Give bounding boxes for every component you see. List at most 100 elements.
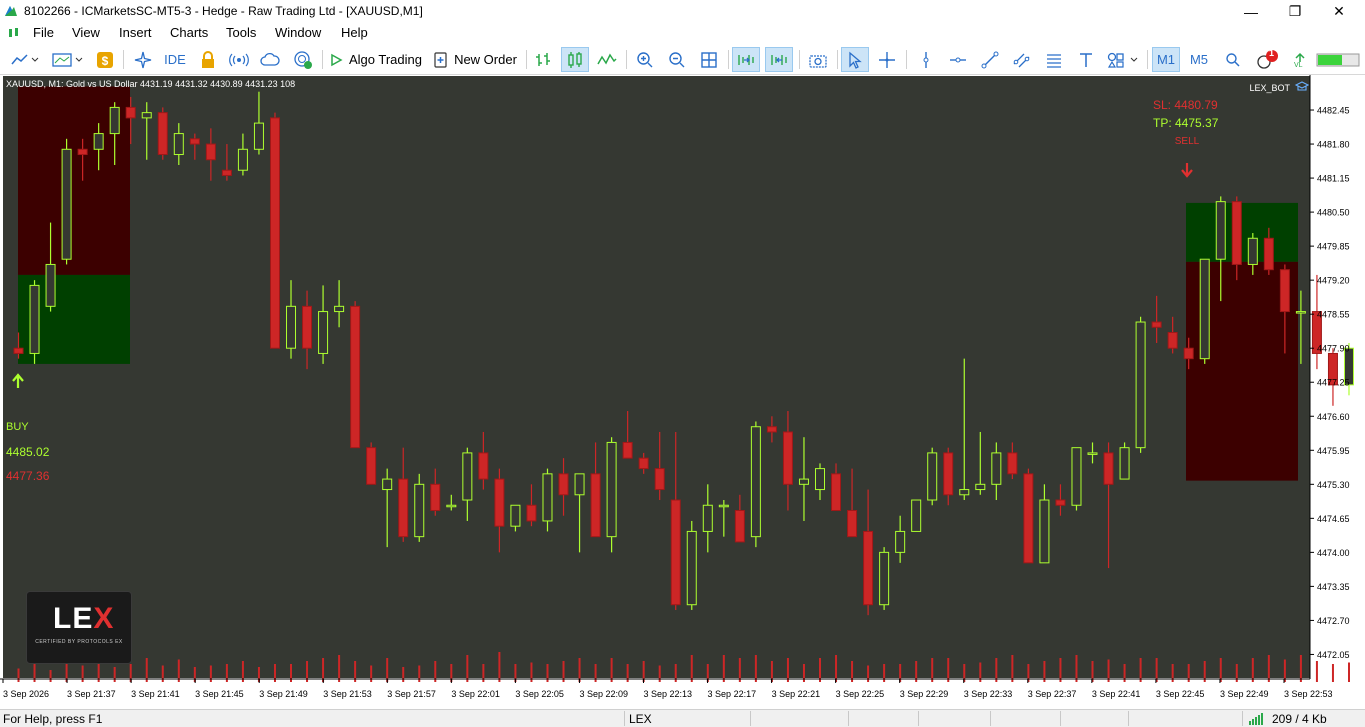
- bar-chart-button[interactable]: [530, 47, 556, 72]
- lock-button[interactable]: [195, 47, 221, 72]
- signal-strength-button[interactable]: VL: [1288, 47, 1312, 72]
- menu-charts[interactable]: Charts: [170, 25, 208, 40]
- bear-candle: [302, 305, 313, 349]
- channel-button[interactable]: [1009, 47, 1035, 72]
- algo-trading-label: Algo Trading: [349, 52, 422, 67]
- algo-trading-button[interactable]: Algo Trading: [326, 47, 425, 72]
- plot-area: [3, 76, 1310, 678]
- search-button[interactable]: [1220, 47, 1246, 72]
- menu-help[interactable]: Help: [341, 25, 368, 40]
- price-tick-label: 4475.30: [1317, 480, 1350, 490]
- close-button[interactable]: ✕: [1316, 0, 1362, 23]
- price-chart[interactable]: XAUUSD, M1: Gold vs US Dollar 4431.19 44…: [0, 75, 1365, 709]
- bear-candle: [398, 478, 409, 538]
- shapes-icon: [1107, 52, 1138, 68]
- bull-candle: [29, 284, 40, 354]
- bull-candle: [45, 263, 56, 307]
- help-text: For Help, press F1: [3, 712, 103, 726]
- price-tick-label: 4481.80: [1317, 140, 1350, 150]
- vertical-line-button[interactable]: [913, 47, 939, 72]
- tile-windows-button[interactable]: [696, 47, 722, 72]
- dollar-icon: $: [97, 51, 113, 68]
- chart-type-dropdown[interactable]: [8, 47, 42, 72]
- menu-insert[interactable]: Insert: [119, 25, 152, 40]
- time-tick-label: 3 Sep 22:05: [515, 689, 564, 699]
- time-tick-label: 3 Sep 22:21: [772, 689, 821, 699]
- minimize-button[interactable]: —: [1228, 0, 1274, 23]
- new-order-icon: [434, 51, 447, 68]
- bull-candle: [382, 478, 393, 491]
- horizontal-line-icon: [950, 57, 966, 62]
- bear-candle: [526, 504, 537, 522]
- menu-window[interactable]: Window: [275, 25, 321, 40]
- chart-window[interactable]: XAUUSD, M1: Gold vs US Dollar 4431.19 44…: [0, 75, 1365, 709]
- bull-candle: [334, 305, 345, 313]
- autoscroll-button[interactable]: [732, 47, 760, 72]
- chart-shift-button[interactable]: [765, 47, 793, 72]
- timeframe-m5-button[interactable]: M5: [1185, 47, 1213, 72]
- bear-candle: [1231, 201, 1242, 265]
- bear-candle: [189, 138, 200, 145]
- maximize-button[interactable]: ❐: [1272, 0, 1318, 23]
- bear-candle: [269, 117, 280, 349]
- zoom-out-button[interactable]: [664, 47, 690, 72]
- search-icon: [1226, 52, 1240, 67]
- vps-button[interactable]: [257, 47, 283, 72]
- templates-dropdown[interactable]: [50, 47, 86, 72]
- bull-candle: [991, 452, 1002, 485]
- logo-subtext: CERTIFIED BY PROTOCOLS EX: [35, 639, 123, 645]
- bear-candle: [1055, 499, 1066, 506]
- candlestick-button[interactable]: [561, 47, 589, 72]
- bull-candle: [1215, 201, 1226, 260]
- notifications-button[interactable]: 1: [1252, 47, 1282, 72]
- bull-candle: [895, 530, 906, 553]
- community-button[interactable]: [290, 47, 316, 72]
- m1-label: M1: [1156, 52, 1176, 67]
- time-tick-label: 3 Sep 21:49: [259, 689, 308, 699]
- notification-icon: [1257, 49, 1278, 69]
- bear-candle: [205, 143, 216, 161]
- sparkle-icon: [134, 51, 152, 68]
- menu-file[interactable]: File: [33, 25, 54, 40]
- bear-candle: [478, 452, 489, 480]
- template-icon: [52, 52, 83, 67]
- window-title: 8102266 - ICMarketsSC-MT5-3 - Hedge - Ra…: [24, 4, 423, 18]
- menu-tools[interactable]: Tools: [226, 25, 256, 40]
- bull-candle: [798, 478, 809, 485]
- line-chart-button[interactable]: [594, 47, 620, 72]
- sell-zone-upper: [1186, 202, 1298, 262]
- time-tick-label: 3 Sep 22:45: [1156, 689, 1205, 699]
- m5-label: M5: [1189, 52, 1209, 67]
- time-tick-label: 3 Sep 22:37: [1028, 689, 1077, 699]
- time-tick-label: 3 Sep 22:49: [1220, 689, 1269, 699]
- strategy-tester-button[interactable]: [130, 47, 156, 72]
- price-tick-label: 4472.70: [1317, 616, 1350, 626]
- signals-button[interactable]: [226, 47, 252, 72]
- zoom-in-button[interactable]: [632, 47, 658, 72]
- signal-label: VL: [1294, 62, 1303, 69]
- cursor-tool-button[interactable]: [841, 47, 869, 72]
- new-order-button[interactable]: New Order: [430, 47, 520, 72]
- crosshair-tool-button[interactable]: [874, 47, 900, 72]
- bear-candle: [430, 483, 441, 511]
- price-tick-label: 4474.65: [1317, 514, 1350, 524]
- ide-button[interactable]: IDE: [160, 47, 190, 72]
- market-button[interactable]: $: [93, 47, 117, 72]
- time-tick-label: 3 Sep 2026: [3, 689, 49, 699]
- text-tool-button[interactable]: [1073, 47, 1099, 72]
- bull-candle: [1199, 258, 1210, 360]
- trendline-button[interactable]: [977, 47, 1003, 72]
- timeframe-m1-button[interactable]: M1: [1152, 47, 1180, 72]
- bull-candle: [927, 452, 938, 501]
- shapes-dropdown[interactable]: [1105, 47, 1141, 72]
- menu-view[interactable]: View: [72, 25, 100, 40]
- grid-icon: [701, 51, 717, 68]
- lock-icon: [202, 50, 214, 68]
- chart-window-icon[interactable]: [8, 27, 20, 39]
- tp-label: TP: 4475.37: [1153, 116, 1219, 130]
- ide-label: IDE: [164, 52, 186, 67]
- horizontal-line-button[interactable]: [945, 47, 971, 72]
- screenshot-button[interactable]: [805, 47, 831, 72]
- fibonacci-button[interactable]: [1041, 47, 1067, 72]
- time-tick-label: 3 Sep 22:53: [1284, 689, 1333, 699]
